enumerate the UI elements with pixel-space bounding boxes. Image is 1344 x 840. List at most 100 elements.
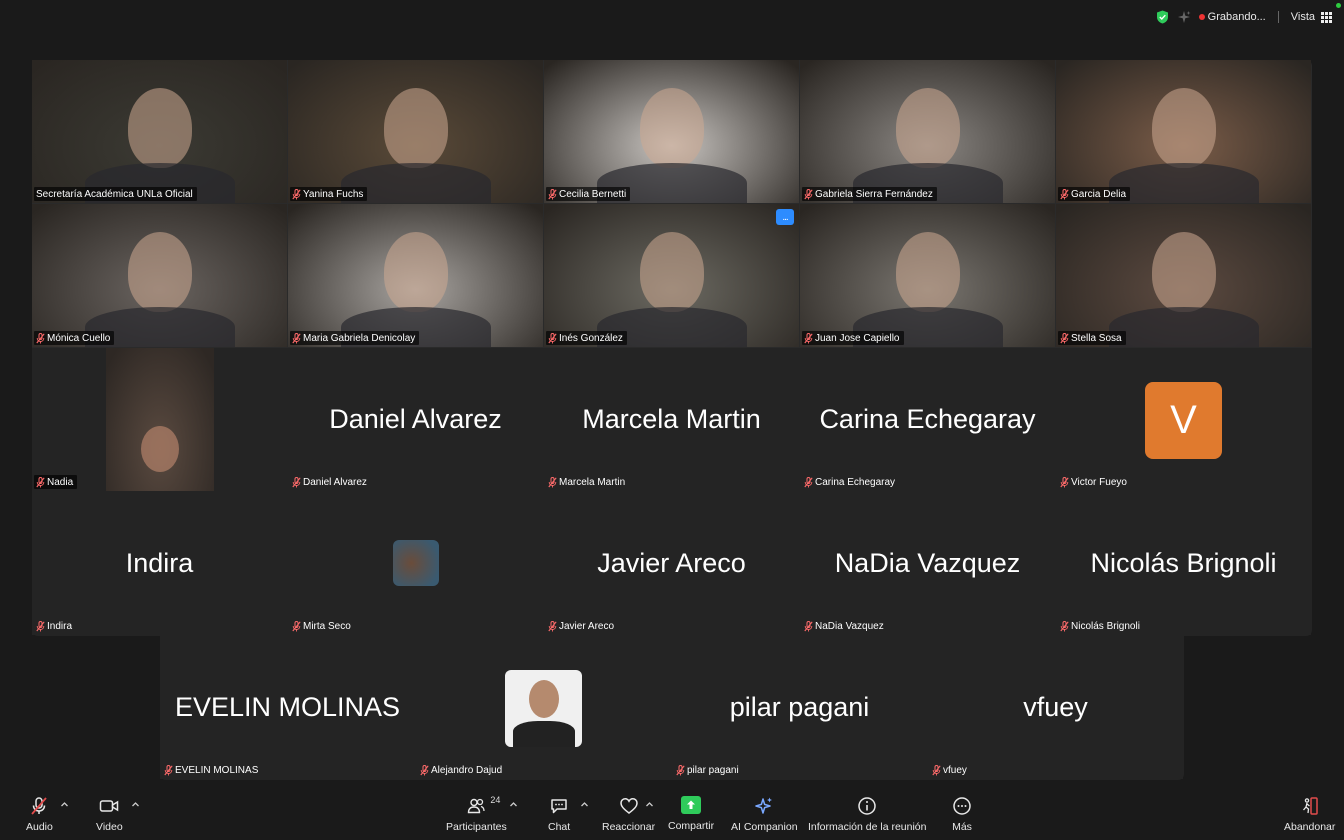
recording-dot-icon [1198,14,1205,20]
participant-name: Garcia Delia [1071,188,1127,200]
tile-more-button[interactable]: ... [776,209,794,225]
participant-tile[interactable]: Nicolás Brignoli Nicolás Brignoli [1056,492,1311,635]
participants-icon-wrap: 24 [466,795,500,816]
participant-nameplate: Stella Sosa [1058,331,1126,345]
recording-label: Grabando... [1207,11,1266,23]
profile-suit [513,721,575,747]
share-button[interactable]: Compartir [668,796,714,832]
participant-nameplate: Daniel Alvarez [290,475,371,489]
participant-nameplate: Victor Fueyo [1058,475,1131,489]
participant-tile[interactable]: Carina Echegaray Carina Echegaray [800,348,1055,491]
more-label: Más [952,821,972,833]
participants-caret-icon[interactable] [509,800,518,809]
participant-body [1108,163,1259,203]
share-label: Compartir [668,820,715,832]
participant-silhouette [127,232,192,312]
participant-tile[interactable]: Yanina Fuchs [288,60,543,203]
mic-muted-icon [548,476,559,488]
audio-button[interactable]: Audio [26,796,53,833]
divider [1277,11,1279,23]
participant-tile[interactable]: EVELIN MOLINAS EVELIN MOLINAS [160,636,415,779]
chat-icon [551,799,567,814]
mic-muted-icon [1060,476,1071,488]
participants-label: Participantes [446,821,507,833]
video-label: Video [96,821,123,833]
participant-tile[interactable]: NaDia Vazquez NaDia Vazquez [800,492,1055,635]
participant-nameplate: NaDia Vazquez [802,619,888,633]
participant-nameplate: Nadia [34,475,78,489]
participant-tile[interactable]: Cecilia Bernetti [544,60,799,203]
participant-tile[interactable]: Mónica Cuello [32,204,287,347]
participant-silhouette [383,232,448,312]
view-button[interactable]: Vista [1291,11,1332,23]
participant-tile[interactable]: Maria Gabriela Denicolay [288,204,543,347]
chat-caret-icon[interactable] [580,800,589,809]
shield-check-icon[interactable] [1156,10,1169,24]
recording-indicator[interactable]: Grabando... [1198,11,1266,23]
participant-name: Inés González [559,332,623,344]
participant-tile[interactable]: vfuey vfuey [928,636,1183,779]
status-dot [1336,3,1341,8]
participant-nameplate: Alejandro Dajud [418,763,506,777]
participant-tile[interactable]: pilar pagani pilar pagani [672,636,927,779]
mic-muted-icon [292,188,303,200]
participant-tile[interactable]: Stella Sosa [1056,204,1311,347]
meeting-info-button[interactable]: Información de la reunión [808,796,927,833]
participant-display-name: vfuey [1023,692,1088,722]
participant-nameplate: Mirta Seco [290,619,355,633]
ai-companion-button[interactable]: AI Companion [731,796,798,833]
more-button[interactable]: Más [952,796,972,833]
participant-nameplate: Inés González [546,331,627,345]
more-icon [953,797,971,815]
profile-picture [393,540,439,586]
participant-display-name: Marcela Martin [582,404,761,434]
participants-count: 24 [490,795,501,805]
participant-tile[interactable]: Nadia [32,348,287,491]
participant-nameplate: Gabriela Sierra Fernández [802,187,937,201]
react-caret-icon[interactable] [645,800,654,809]
audio-label: Audio [26,821,53,833]
participant-tile[interactable]: Daniel Alvarez Daniel Alvarez [288,348,543,491]
participant-tile[interactable]: Secretaría Académica UNLa Oficial [32,60,287,203]
participant-nameplate: Cecilia Bernetti [546,187,631,201]
participants-button[interactable]: 24 Participantes [446,795,507,833]
audio-caret-icon[interactable] [60,800,69,809]
participant-tile[interactable]: Gabriela Sierra Fernández [800,60,1055,203]
participant-name: Carina Echegaray [815,476,896,488]
participant-tile[interactable]: ... Inés González [544,204,799,347]
participant-name: Daniel Alvarez [303,476,367,488]
participant-tile[interactable]: Alejandro Dajud [416,636,671,779]
info-icon [858,797,876,815]
participant-tile[interactable]: Mirta Seco [288,492,543,635]
video-caret-icon[interactable] [131,800,140,809]
participant-name: Mirta Seco [303,620,351,632]
participant-tile[interactable]: Juan Jose Capiello [800,204,1055,347]
participant-tile[interactable]: Indira Indira [32,492,287,635]
participant-tile[interactable]: V Victor Fueyo [1056,348,1311,491]
ai-companion-label: AI Companion [731,821,798,833]
participant-name: pilar pagani [687,764,739,776]
participant-display-name: pilar pagani [729,692,870,722]
mic-muted-icon [292,332,303,344]
participant-display-name: Nicolás Brignoli [1090,548,1277,578]
participant-silhouette [895,88,960,168]
mic-muted-icon [804,476,815,488]
participant-silhouette [1151,88,1216,168]
mic-muted-icon [292,620,303,632]
mic-muted-icon [1060,620,1071,632]
grid-view-icon [1321,11,1332,23]
participant-tile[interactable]: Garcia Delia [1056,60,1311,203]
sparkle-icon[interactable] [1177,10,1191,24]
participant-nameplate: Juan Jose Capiello [802,331,904,345]
participant-display-name: Indira [125,548,194,578]
chat-button[interactable]: Chat [548,796,570,833]
participant-display-name: Javier Areco [597,548,746,578]
video-button[interactable]: Video [96,796,123,833]
leave-button[interactable]: Abandonar [1284,796,1335,833]
avatar: V [1145,382,1222,459]
participant-tile[interactable]: Javier Areco Javier Areco [544,492,799,635]
participant-nameplate: Mónica Cuello [34,331,115,345]
participant-nameplate: vfuey [930,763,971,777]
participant-tile[interactable]: Marcela Martin Marcela Martin [544,348,799,491]
participant-nameplate: Nicolás Brignoli [1058,619,1144,633]
